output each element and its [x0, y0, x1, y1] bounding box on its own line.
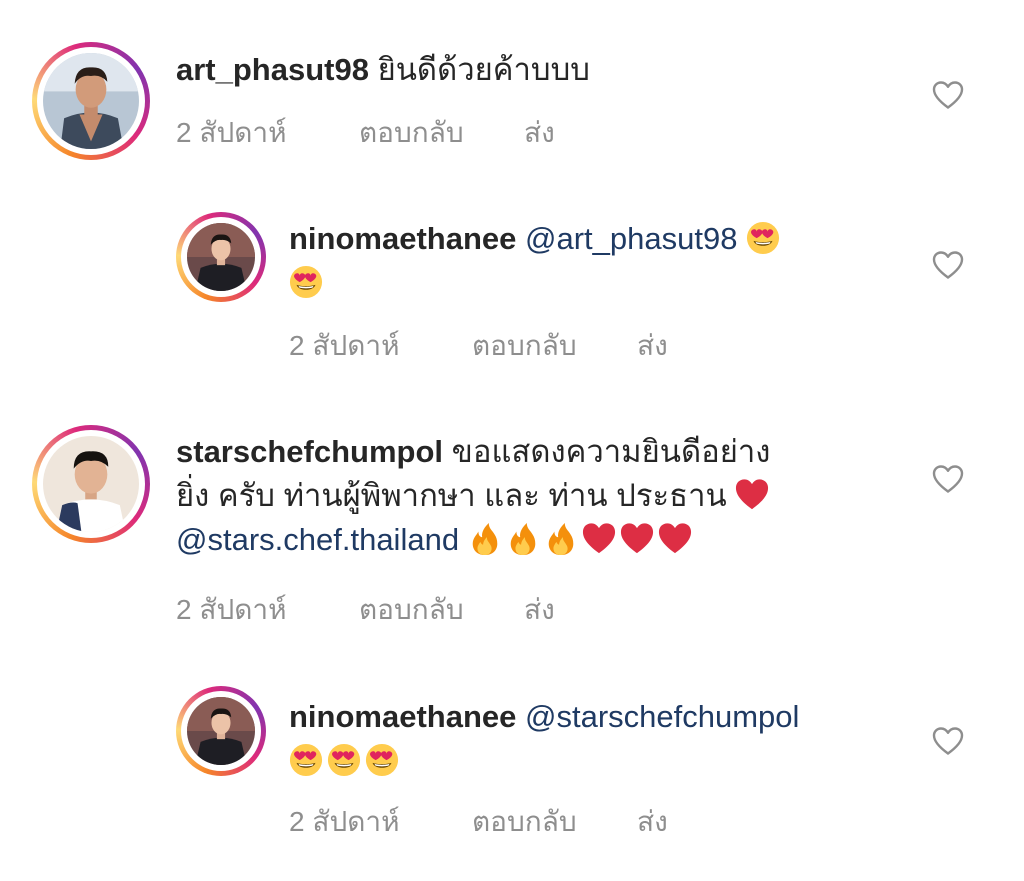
comment-body: art_phasut98 ยินดีด้วยค้าบบบ — [176, 48, 896, 92]
comment-body: ninomaethanee @art_phasut98 — [289, 217, 879, 305]
heart-eyes-emoji — [289, 743, 323, 777]
avatar-photo — [187, 697, 255, 765]
send-button[interactable]: ส่ง — [637, 800, 668, 844]
mention-link[interactable]: @stars.chef.thailand — [176, 522, 459, 557]
fire-emoji — [544, 522, 578, 556]
avatar-photo — [187, 223, 255, 291]
fire-emoji — [468, 522, 502, 556]
avatar-photo — [43, 53, 139, 149]
heart-eyes-emoji — [289, 265, 323, 299]
comment-item: starschefchumpol ขอแสดงความยินดีอย่าง ยิ… — [0, 410, 1024, 640]
reply-button[interactable]: ตอบกลับ — [472, 324, 577, 368]
comment-timestamp: 2 สัปดาห์ — [289, 330, 400, 361]
comment-username[interactable]: art_phasut98 — [176, 52, 369, 87]
heart-eyes-emoji — [746, 221, 780, 255]
send-button[interactable]: ส่ง — [524, 111, 555, 155]
reply-button[interactable]: ตอบกลับ — [359, 111, 464, 155]
comment-username[interactable]: ninomaethanee — [289, 221, 516, 256]
avatar[interactable] — [176, 686, 266, 776]
comment-timestamp: 2 สัปดาห์ — [176, 594, 287, 625]
comment-body: starschefchumpol ขอแสดงความยินดีอย่าง ยิ… — [176, 430, 896, 562]
reply-button[interactable]: ตอบกลับ — [472, 800, 577, 844]
heart-eyes-emoji — [365, 743, 399, 777]
comment-body: ninomaethanee @starschefchumpol — [289, 695, 909, 783]
comment-item: art_phasut98 ยินดีด้วยค้าบบบ 2 สัปดาห์ ต… — [0, 0, 1024, 170]
heart-outline-icon[interactable] — [932, 464, 964, 494]
mention-link[interactable]: @art_phasut98 — [525, 221, 737, 256]
heart-outline-icon[interactable] — [932, 726, 964, 756]
send-button[interactable]: ส่ง — [524, 588, 555, 632]
send-button[interactable]: ส่ง — [637, 324, 668, 368]
comment-timestamp: 2 สัปดาห์ — [289, 806, 400, 837]
fire-emoji — [506, 522, 540, 556]
comment-text: ยินดีด้วยค้าบบบ — [368, 52, 590, 87]
red-heart-emoji — [582, 522, 616, 556]
comment-text-line2: ยิ่ง ครับ ท่านผู้พิพากษา และ ท่าน ประธาน — [176, 478, 736, 513]
red-heart-emoji — [620, 522, 654, 556]
comment-username[interactable]: ninomaethanee — [289, 699, 516, 734]
avatar[interactable] — [176, 212, 266, 302]
mention-link[interactable]: @starschefchumpol — [525, 699, 799, 734]
avatar-photo — [43, 436, 139, 532]
red-heart-emoji — [658, 522, 692, 556]
avatar[interactable] — [32, 42, 150, 160]
heart-outline-icon[interactable] — [932, 80, 964, 110]
comment-username[interactable]: starschefchumpol — [176, 434, 443, 469]
heart-outline-icon[interactable] — [932, 250, 964, 280]
reply-button[interactable]: ตอบกลับ — [359, 588, 464, 632]
red-heart-emoji — [735, 478, 769, 512]
comment-text-line1: ขอแสดงความยินดีอย่าง — [443, 434, 771, 469]
heart-eyes-emoji — [327, 743, 361, 777]
avatar[interactable] — [32, 425, 150, 543]
comment-timestamp: 2 สัปดาห์ — [176, 117, 287, 148]
reply-item: ninomaethanee @art_phasut98 2 สัปดาห์ ตอ… — [0, 190, 1024, 370]
reply-item: ninomaethanee @starschefchumpol 2 สัปดาห… — [0, 670, 1024, 870]
